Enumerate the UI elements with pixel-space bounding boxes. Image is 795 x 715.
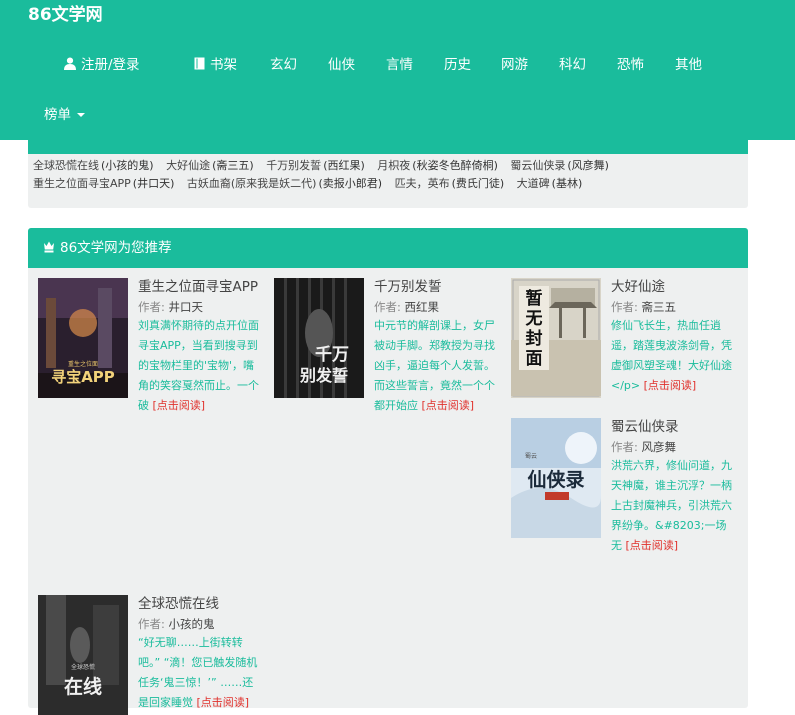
- nav-ranking-dropdown[interactable]: 榜单: [44, 105, 85, 125]
- cover-title-text: 寻宝APP: [51, 368, 115, 386]
- hot-book-author: (斋三五): [212, 159, 254, 172]
- book-cover[interactable]: 千万 别发誓: [274, 278, 364, 398]
- site-brand[interactable]: 86文学网: [28, 4, 103, 26]
- book-author: 作者: 井口天: [138, 300, 204, 314]
- book-cover[interactable]: 重生之位面 寻宝APP: [38, 278, 128, 398]
- hot-book-link[interactable]: 大道碑: [517, 177, 550, 190]
- recommend-title-label: 86文学网为您推荐: [60, 240, 172, 256]
- hot-book-link[interactable]: 大好仙途: [166, 159, 210, 172]
- book-title[interactable]: 千万别发誓: [374, 278, 499, 296]
- nav-category-yanqing[interactable]: 言情: [386, 55, 413, 75]
- hot-book-author: (西红果): [323, 159, 365, 172]
- read-link[interactable]: [点击阅读]: [153, 399, 206, 412]
- book-info: 全球恐慌在线 作者: 小孩的鬼 “好无聊……上街转转吧。” “滴！您已触发随机任…: [138, 595, 263, 713]
- book-title[interactable]: 重生之位面寻宝APP: [138, 278, 263, 296]
- nav-category-kongbu[interactable]: 恐怖: [617, 55, 644, 75]
- cover-subtitle-text: 蜀云: [525, 453, 537, 460]
- read-link[interactable]: [点击阅读]: [197, 696, 250, 709]
- cover-title-text: 无: [525, 309, 543, 329]
- book-title[interactable]: 全球恐慌在线: [138, 595, 263, 613]
- caret-down-icon: [77, 113, 85, 117]
- hot-book-author: (小孩的鬼): [101, 159, 154, 172]
- book-author: 作者: 风彦舞: [611, 440, 677, 454]
- hot-book-link[interactable]: 重生之位面寻宝APP: [33, 177, 131, 190]
- nav-bookshelf[interactable]: 书架: [194, 55, 237, 75]
- nav-category-wangyou[interactable]: 网游: [501, 55, 528, 75]
- cover-title-text: 封: [526, 328, 543, 349]
- book-info: 千万别发誓 作者: 西红果 中元节的解剖课上，女尸被动手脚。郑教授为寻找凶手，逼…: [374, 278, 499, 416]
- book-description: 刘真满怀期待的点开位面寻宝APP，当看到搜寻到的宝物栏里的'宝物'，嘴角的笑容戛…: [138, 319, 259, 412]
- book-description: 中元节的解剖课上，女尸被动手脚。郑教授为寻找凶手，逼迫每个人发誓。而这些誓言，竟…: [374, 319, 495, 412]
- book-title[interactable]: 蜀云仙侠录: [611, 418, 736, 436]
- book-author: 作者: 斋三五: [611, 300, 677, 314]
- hot-book-link[interactable]: 千万别发誓: [266, 159, 321, 172]
- cover-subtitle-text: 全球恐慌: [71, 663, 95, 671]
- hot-books-row-1: 全球恐慌在线 (小孩的鬼) 大好仙途 (斋三五) 千万别发誓 (西红果) 月枳夜 (秋姿…: [33, 158, 618, 174]
- hot-book-link[interactable]: 月枳夜: [377, 159, 410, 172]
- nav-bookshelf-label: 书架: [210, 57, 237, 73]
- user-icon: [64, 57, 76, 70]
- hot-book-author: (风彦舞): [567, 159, 609, 172]
- nav-category-qita[interactable]: 其他: [675, 55, 702, 75]
- hot-book-author: (井口天): [132, 177, 175, 190]
- hot-books-row-2: 重生之位面寻宝APP (井口天) 古妖血裔(原来我是妖二代) (卖报小郎君) 匹夫，…: [33, 176, 591, 192]
- cover-title-text: 面: [526, 349, 543, 369]
- nav-login-label: 注册/登录: [81, 57, 140, 73]
- read-link[interactable]: [点击阅读]: [644, 379, 697, 392]
- recommend-header: 86文学网为您推荐: [28, 228, 748, 268]
- book-icon: [194, 57, 205, 70]
- cover-title-text: 仙侠录: [527, 468, 584, 491]
- book-cover[interactable]: 全球恐慌 在线: [38, 595, 128, 715]
- cover-subtitle-text: 重生之位面: [68, 360, 98, 368]
- nav-category-lishi[interactable]: 历史: [444, 55, 471, 75]
- cover-title-text: 在线: [64, 675, 102, 698]
- read-link[interactable]: [点击阅读]: [422, 399, 475, 412]
- nav-login[interactable]: 注册/登录: [64, 55, 140, 75]
- cover-title-text: 暂: [526, 288, 543, 309]
- hot-book-author: (秋姿冬色醉倚桐): [412, 159, 498, 172]
- hot-book-author: (卖报小郎君): [318, 177, 383, 190]
- recommend-panel: 86文学网为您推荐 重生之位面 寻宝APP 重生之位面寻宝APP 作者: 井口天…: [28, 228, 748, 715]
- hot-book-link[interactable]: 蜀云仙侠录: [510, 159, 565, 172]
- book-author: 作者: 西红果: [374, 300, 440, 314]
- cover-title-text: 千万: [315, 345, 349, 365]
- crown-icon: [44, 241, 54, 253]
- nav-category-xuanhuan[interactable]: 玄幻: [270, 55, 297, 75]
- book-title[interactable]: 大好仙途: [611, 278, 736, 296]
- recommend-title: 86文学网为您推荐: [43, 238, 172, 258]
- book-info: 大好仙途 作者: 斋三五 修仙飞长生，热血任逍遥，踏莲曳波涤剑骨，凭虚御风塑圣魂…: [611, 278, 736, 396]
- hot-book-link[interactable]: 全球恐慌在线: [33, 159, 99, 172]
- book-cover[interactable]: 蜀云 仙侠录: [511, 418, 601, 538]
- book-description: “好无聊……上街转转吧。” “滴！您已触发随机任务‘鬼三惊！’” ……还是回家睡…: [138, 636, 258, 709]
- book-info: 蜀云仙侠录 作者: 风彦舞 洪荒六界，修仙问道，九天神魔，谁主沉浮？一柄上古封魔…: [611, 418, 736, 556]
- book-description: 洪荒六界，修仙问道，九天神魔，谁主沉浮？一柄上古封魔神兵，引洪荒六界纷争。&#8…: [611, 459, 732, 552]
- book-description: 修仙飞长生，热血任逍遥，踏莲曳波涤剑骨，凭虚御风塑圣魂！大好仙途 </p> [点…: [611, 319, 732, 392]
- cover-subtitle-text: 别发誓: [299, 366, 348, 385]
- hot-book-author: (费氏门徒): [451, 177, 505, 190]
- top-navbar: 86文学网 注册/登录 书架 玄幻 仙侠 言情 历史 网游 科幻 恐怖 其他 榜…: [0, 0, 795, 140]
- nav-ranking-label: 榜单: [44, 107, 71, 123]
- nav-category-xianxia[interactable]: 仙侠: [328, 55, 355, 75]
- book-info: 重生之位面寻宝APP 作者: 井口天 刘真满怀期待的点开位面寻宝APP，当看到搜…: [138, 278, 263, 416]
- hot-book-link[interactable]: 古妖血裔(原来我是妖二代): [187, 177, 317, 190]
- nav-category-kehuan[interactable]: 科幻: [559, 55, 586, 75]
- read-link[interactable]: [点击阅读]: [626, 539, 679, 552]
- hot-book-link[interactable]: 匹夫，英布: [395, 177, 450, 190]
- book-cover[interactable]: 暂 无 封 面: [511, 278, 601, 398]
- book-author: 作者: 小孩的鬼: [138, 617, 215, 631]
- hot-book-author: (基林): [551, 177, 583, 190]
